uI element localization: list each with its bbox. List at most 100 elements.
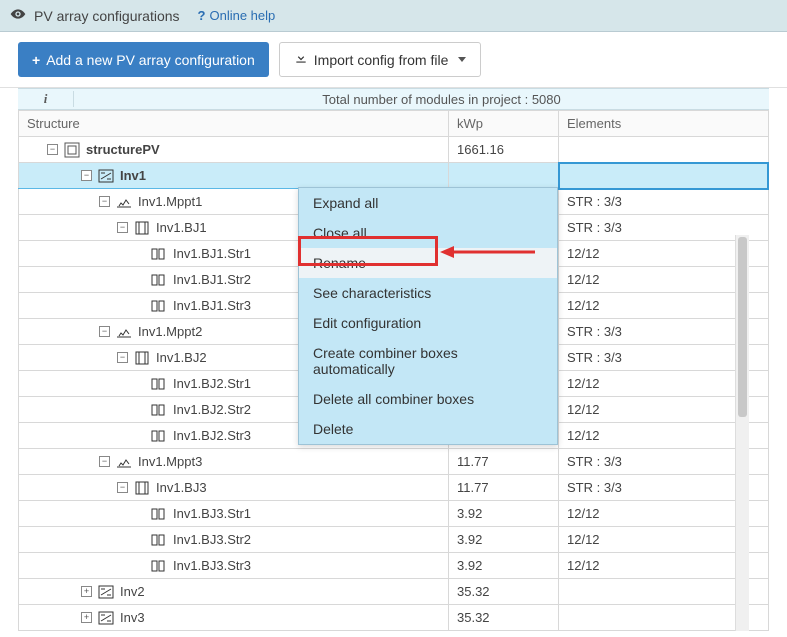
cell-kwp: 3.92 <box>449 501 559 527</box>
collapse-icon[interactable]: − <box>99 326 110 337</box>
table-row[interactable]: Inv1.BJ3.Str2 3.92 12/12 <box>19 527 769 553</box>
chevron-down-icon <box>458 57 466 62</box>
structure-icon <box>64 142 80 158</box>
inverter-icon <box>98 168 114 184</box>
help-icon: ? <box>198 8 206 23</box>
mppt-icon <box>116 324 132 340</box>
scrollbar-thumb[interactable] <box>738 237 747 417</box>
node-label: Inv1 <box>120 168 146 183</box>
col-structure[interactable]: Structure <box>19 111 449 137</box>
table-row-selected[interactable]: − Inv1 <box>19 163 769 189</box>
visibility-icon <box>10 6 26 25</box>
table-row[interactable]: + Inv2 35.32 <box>19 579 769 605</box>
collapse-icon[interactable]: − <box>99 196 110 207</box>
table-row[interactable]: − Inv1.BJ3 11.77 STR : 3/3 <box>19 475 769 501</box>
collapse-icon[interactable]: − <box>117 352 128 363</box>
menu-create-combiner-auto[interactable]: Create combiner boxes automatically <box>299 338 557 384</box>
node-label: Inv1.Mppt2 <box>138 324 202 339</box>
string-icon <box>151 532 167 548</box>
cell-elements: STR : 3/3 <box>559 189 769 215</box>
string-icon <box>151 428 167 444</box>
add-pv-array-label: Add a new PV array configuration <box>46 52 255 68</box>
context-menu: Expand all Close all Rename See characte… <box>298 187 558 445</box>
collapse-icon[interactable]: − <box>81 170 92 181</box>
table-row[interactable]: Inv1.BJ3.Str1 3.92 12/12 <box>19 501 769 527</box>
menu-delete-all-combiner[interactable]: Delete all combiner boxes <box>299 384 557 414</box>
string-icon <box>151 402 167 418</box>
node-label: Inv1.BJ1 <box>156 220 207 235</box>
node-label: Inv1.BJ3.Str1 <box>173 506 251 521</box>
cell-elements <box>559 137 769 163</box>
node-label: Inv1.BJ3.Str2 <box>173 532 251 547</box>
table-row[interactable]: − Inv1.Mppt3 11.77 STR : 3/3 <box>19 449 769 475</box>
node-label: Inv2 <box>120 584 145 599</box>
download-icon <box>294 51 308 68</box>
collapse-icon[interactable]: − <box>117 222 128 233</box>
mppt-icon <box>116 194 132 210</box>
string-icon <box>151 298 167 314</box>
help-link-label: Online help <box>209 8 275 23</box>
menu-see-characteristics[interactable]: See characteristics <box>299 278 557 308</box>
node-label: Inv1.BJ1.Str3 <box>173 298 251 313</box>
cell-elements <box>559 163 769 189</box>
combiner-box-icon <box>134 480 150 496</box>
node-label: Inv1.BJ2 <box>156 350 207 365</box>
node-label: Inv1.BJ1.Str2 <box>173 272 251 287</box>
cell-kwp: 11.77 <box>449 449 559 475</box>
inverter-icon <box>98 584 114 600</box>
cell-kwp: 11.77 <box>449 475 559 501</box>
node-label: Inv1.BJ3 <box>156 480 207 495</box>
node-label: Inv1.BJ2.Str2 <box>173 402 251 417</box>
collapse-icon[interactable]: − <box>99 456 110 467</box>
node-label: structurePV <box>86 142 160 157</box>
collapse-icon[interactable]: − <box>47 144 58 155</box>
node-label: Inv3 <box>120 610 145 625</box>
node-label: Inv1.BJ3.Str3 <box>173 558 251 573</box>
col-kwp[interactable]: kWp <box>449 111 559 137</box>
info-bar: i Total number of modules in project : 5… <box>18 88 769 110</box>
table-row[interactable]: − structurePV 1661.16 <box>19 137 769 163</box>
node-label: Inv1.BJ2.Str3 <box>173 428 251 443</box>
import-config-label: Import config from file <box>314 52 449 68</box>
info-text: Total number of modules in project : 508… <box>74 92 769 107</box>
cell-kwp: 1661.16 <box>449 137 559 163</box>
expand-icon[interactable]: + <box>81 612 92 623</box>
plus-icon: + <box>32 52 40 68</box>
node-label: Inv1.BJ1.Str1 <box>173 246 251 261</box>
vertical-scrollbar[interactable] <box>735 235 749 631</box>
cell-kwp: 3.92 <box>449 553 559 579</box>
table-header-row: Structure kWp Elements <box>19 111 769 137</box>
string-icon <box>151 506 167 522</box>
string-icon <box>151 376 167 392</box>
cell-kwp: 35.32 <box>449 605 559 631</box>
cell-kwp <box>449 163 559 189</box>
inverter-icon <box>98 610 114 626</box>
info-icon: i <box>18 91 74 107</box>
collapse-icon[interactable]: − <box>117 482 128 493</box>
cell-kwp: 35.32 <box>449 579 559 605</box>
string-icon <box>151 246 167 262</box>
menu-delete[interactable]: Delete <box>299 414 557 444</box>
combiner-box-icon <box>134 220 150 236</box>
string-icon <box>151 272 167 288</box>
menu-rename[interactable]: Rename <box>299 248 557 278</box>
menu-edit-configuration[interactable]: Edit configuration <box>299 308 557 338</box>
col-elements[interactable]: Elements <box>559 111 769 137</box>
help-link[interactable]: ? Online help <box>198 8 276 23</box>
panel-header: PV array configurations ? Online help <box>0 0 787 32</box>
table-row[interactable]: + Inv3 35.32 <box>19 605 769 631</box>
add-pv-array-button[interactable]: + Add a new PV array configuration <box>18 42 269 77</box>
cell-kwp: 3.92 <box>449 527 559 553</box>
node-label: Inv1.Mppt1 <box>138 194 202 209</box>
mppt-icon <box>116 454 132 470</box>
menu-close-all[interactable]: Close all <box>299 218 557 248</box>
menu-expand-all[interactable]: Expand all <box>299 188 557 218</box>
combiner-box-icon <box>134 350 150 366</box>
string-icon <box>151 558 167 574</box>
toolbar: + Add a new PV array configuration Impor… <box>0 32 787 88</box>
node-label: Inv1.BJ2.Str1 <box>173 376 251 391</box>
expand-icon[interactable]: + <box>81 586 92 597</box>
import-config-button[interactable]: Import config from file <box>279 42 482 77</box>
page-title: PV array configurations <box>34 8 180 24</box>
table-row[interactable]: Inv1.BJ3.Str3 3.92 12/12 <box>19 553 769 579</box>
